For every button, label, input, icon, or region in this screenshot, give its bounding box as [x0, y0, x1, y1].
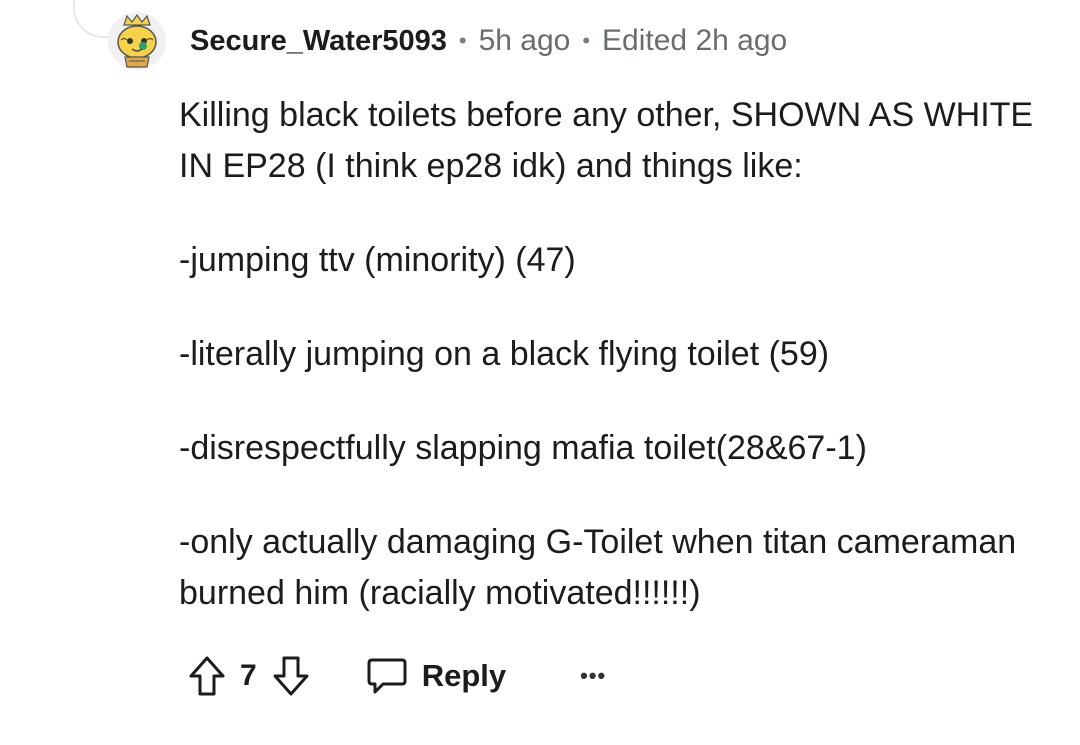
edited-timestamp: Edited 2h ago	[602, 24, 788, 57]
comment-paragraph: -disrespectfully slapping mafia toilet(2…	[179, 429, 867, 467]
username-link[interactable]: Secure_Water5093	[190, 25, 447, 58]
speech-bubble-icon	[367, 658, 407, 694]
comment-paragraph: -only actually damaging G-Toilet when ti…	[179, 523, 1017, 612]
downvote-button[interactable]	[272, 655, 310, 697]
more-options-button[interactable]: •••	[580, 663, 606, 689]
snoo-avatar-icon	[108, 12, 166, 70]
comment-paragraph: -jumping ttv (minority) (47)	[179, 241, 576, 279]
separator-dot: •	[582, 28, 591, 53]
comment-body: Killing black toilets before any other, …	[179, 90, 1039, 662]
user-avatar[interactable]	[107, 11, 167, 71]
comment-action-bar: 7 Reply •••	[188, 650, 606, 702]
comment-paragraph: -literally jumping on a black flying toi…	[179, 335, 830, 373]
comment-paragraph: Killing black toilets before any other, …	[179, 96, 1034, 185]
reply-label: Reply	[421, 658, 507, 693]
upvote-button[interactable]	[188, 655, 226, 697]
posted-timestamp: 5h ago	[478, 24, 571, 57]
vote-count: 7	[240, 659, 257, 692]
comment-header: Secure_Water5093 • 5h ago • Edited 2h ag…	[190, 20, 787, 62]
separator-dot: •	[458, 28, 467, 53]
downvote-arrow-icon	[273, 656, 309, 696]
reply-button[interactable]: Reply	[366, 657, 506, 695]
upvote-arrow-icon	[189, 656, 225, 696]
